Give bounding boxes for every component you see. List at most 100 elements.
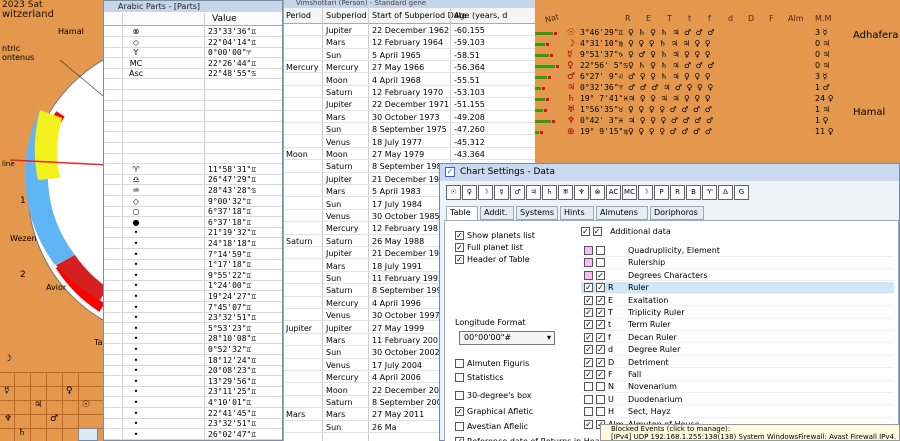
- item-check-2[interactable]: ✓: [596, 357, 605, 367]
- natal-table-panel[interactable]: Nat R E Tt f d D F Alm M.M ☉ 3°46'29"♊ ♀ ♄ ♀ ♄ ♃ ♂ …: [535, 0, 900, 165]
- col-subperiod[interactable]: Subperiod: [326, 11, 367, 20]
- table-row[interactable]: Moon 4 April 1968 -55.51: [284, 75, 535, 86]
- additional-data-item[interactable]: ✓ ✓ T Triplicity Ruler: [581, 307, 894, 319]
- table-row[interactable]: Moon Moon 27 May 1979 -43.364: [284, 149, 535, 161]
- checkbox[interactable]: ✓: [455, 231, 464, 240]
- toolbar-button[interactable]: AC: [606, 185, 621, 200]
- table-row[interactable]: Sun 5 April 1965 -58.51: [284, 50, 535, 61]
- toolbar-button[interactable]: ♂: [510, 185, 525, 200]
- additional-data-item[interactable]: N Novenarium: [581, 381, 894, 393]
- additional-data-item[interactable]: ✓ ✓ E Exaltation: [581, 295, 894, 307]
- toolbar-button[interactable]: ♎: [718, 185, 733, 200]
- arabic-part-row[interactable]: [104, 154, 282, 165]
- periods-titlebar[interactable]: Vimshottari (Person) - Standard gene: [284, 0, 536, 8]
- item-check-1[interactable]: [584, 246, 593, 255]
- option-30-degree-s-box[interactable]: 30-degree's box: [455, 391, 531, 400]
- toolbar-button[interactable]: ⊗: [590, 185, 605, 200]
- item-check-2[interactable]: ✓: [596, 295, 605, 305]
- checkbox[interactable]: ✓: [455, 407, 464, 416]
- toolbar-button[interactable]: ☉: [446, 185, 461, 200]
- item-check-2[interactable]: ✓: [596, 283, 605, 293]
- toolbar-button[interactable]: ♃: [526, 185, 541, 200]
- arabic-part-row[interactable]: [104, 122, 282, 133]
- arabic-part-row[interactable]: ○ 6°37'18"♊: [104, 207, 282, 218]
- col-start-date[interactable]: Start of Subperiod Date: [372, 11, 467, 20]
- item-check-1[interactable]: ✓: [584, 295, 593, 305]
- checkbox[interactable]: [455, 391, 464, 400]
- additional-data-item[interactable]: ✓ ✓ F Fall: [581, 369, 894, 381]
- option-statistics[interactable]: Statistics: [455, 373, 504, 382]
- option-avestian-aflelic[interactable]: Avestian Aflelic: [455, 422, 528, 431]
- table-row[interactable]: Mars 12 February 1964 -59.103: [284, 37, 535, 49]
- tab-hints[interactable]: Hints: [560, 206, 594, 220]
- toolbar-button[interactable]: ♀: [462, 185, 477, 200]
- arabic-part-row[interactable]: • 1°24'00"♊: [104, 281, 282, 292]
- item-check-2[interactable]: [596, 246, 605, 255]
- arabic-part-row[interactable]: ♈ 11°58'31"♊: [104, 165, 282, 175]
- additional-data-item[interactable]: U Duodenarium: [581, 394, 894, 406]
- toolbar-button[interactable]: ♈: [702, 185, 717, 200]
- arabic-part-row[interactable]: [104, 144, 282, 154]
- arabic-part-row[interactable]: Y 0°00'00"♈: [104, 48, 282, 59]
- arabic-part-row[interactable]: ● 6°37'18"♊: [104, 218, 282, 228]
- toolbar-button[interactable]: ♆: [574, 185, 589, 200]
- checkbox[interactable]: [455, 373, 464, 382]
- chart-settings-dialog[interactable]: Chart Settings - Data ✓ ☉ ♀ ☽ ☿ ♂ ♃ ♄ ♅ ♆ ⊗ AC MC ☽ P…: [439, 163, 900, 441]
- arabic-parts-titlebar[interactable]: Arabic Parts - [Parts]: [104, 1, 282, 12]
- item-check-2[interactable]: [596, 407, 605, 417]
- arabic-part-row[interactable]: • 7°14'59"♊: [104, 250, 282, 260]
- longitude-format-select[interactable]: 00°00'00"# ▾: [459, 331, 555, 345]
- item-check-2[interactable]: ✓: [596, 370, 605, 379]
- arabic-part-row[interactable]: • 23°32'51"♊: [104, 419, 282, 430]
- arabic-part-row[interactable]: • 23°32'51"♊: [104, 313, 282, 324]
- dialog-title[interactable]: Chart Settings - Data: [440, 164, 899, 181]
- arabic-part-row[interactable]: • 20°08'23"♊: [104, 366, 282, 377]
- item-check-1[interactable]: [584, 382, 593, 392]
- table-row[interactable]: Venus 18 July 1977 -45.312: [284, 137, 535, 148]
- table-row[interactable]: Sun 8 September 1975 -47.260: [284, 124, 535, 136]
- item-check-1[interactable]: ✓: [584, 308, 593, 317]
- arabic-part-row[interactable]: • 1°17'18"♊: [104, 260, 282, 271]
- additional-data-item[interactable]: ✓ ✓ R Ruler: [581, 282, 894, 294]
- toolbar-button[interactable]: P: [654, 185, 669, 200]
- additional-data-item[interactable]: ✓ ✓ D Detriment: [581, 357, 894, 369]
- tab-doriphoros[interactable]: Doriphoros: [650, 206, 704, 220]
- option-header-of-table[interactable]: ✓ Header of Table: [455, 255, 530, 264]
- item-check-1[interactable]: ✓: [584, 419, 593, 429]
- additional-data-item[interactable]: ✓ Degrees Characters: [581, 270, 894, 282]
- toolbar-button[interactable]: ☿: [494, 185, 509, 200]
- item-check-1[interactable]: ✓: [584, 345, 593, 355]
- firewall-notification[interactable]: Blocked Events (click to manage): [IPv4]…: [600, 424, 900, 441]
- arabic-part-row[interactable]: • 7°45'07"♊: [104, 303, 282, 313]
- tab-table[interactable]: Table: [446, 206, 478, 220]
- arabic-part-row[interactable]: [104, 133, 282, 143]
- additional-data-item[interactable]: Rulership: [581, 257, 894, 269]
- arabic-part-row[interactable]: [104, 91, 282, 101]
- additional-check-1[interactable]: ✓: [581, 227, 590, 236]
- item-check-2[interactable]: ✓: [596, 320, 605, 330]
- col-age[interactable]: Age (years, d: [454, 11, 507, 20]
- arabic-part-row[interactable]: • 5°53'23"♊: [104, 324, 282, 334]
- arabic-parts-window[interactable]: Arabic Parts - [Parts] Value ⊗ 23°33'36"♊…: [103, 0, 283, 441]
- value-column-header[interactable]: Value: [212, 14, 237, 24]
- toolbar-button[interactable]: ☽: [478, 185, 493, 200]
- additional-data-header[interactable]: ✓ ✓ Additional data: [581, 227, 671, 236]
- item-check-2[interactable]: ✓: [596, 345, 605, 355]
- arabic-part-row[interactable]: • 23°11'25"♊: [104, 387, 282, 398]
- arabic-part-row[interactable]: • 4°10'01"♊: [104, 398, 282, 408]
- additional-check-2[interactable]: ✓: [592, 227, 602, 236]
- option-show-planets-list[interactable]: ✓ Show planets list: [455, 231, 535, 240]
- arabic-part-row[interactable]: ◇ 9°00'32"♊: [104, 197, 282, 207]
- arabic-part-row[interactable]: • 24°18'18"♊: [104, 239, 282, 249]
- tab-almutens[interactable]: Almutens: [596, 206, 648, 220]
- option-almuten-figuris[interactable]: Almuten Figuris: [455, 359, 529, 368]
- item-check-2[interactable]: [596, 394, 605, 404]
- checkbox[interactable]: ✓: [455, 255, 464, 264]
- arabic-part-row[interactable]: [104, 101, 282, 112]
- item-check-1[interactable]: [584, 394, 593, 404]
- item-check-2[interactable]: ✓: [596, 270, 605, 280]
- arabic-part-row[interactable]: • 9°55'22"♊: [104, 271, 282, 281]
- arabic-part-row[interactable]: ♎ 26°47'29"♊: [104, 175, 282, 186]
- item-check-1[interactable]: [584, 270, 593, 280]
- toolbar-button[interactable]: R: [670, 185, 685, 200]
